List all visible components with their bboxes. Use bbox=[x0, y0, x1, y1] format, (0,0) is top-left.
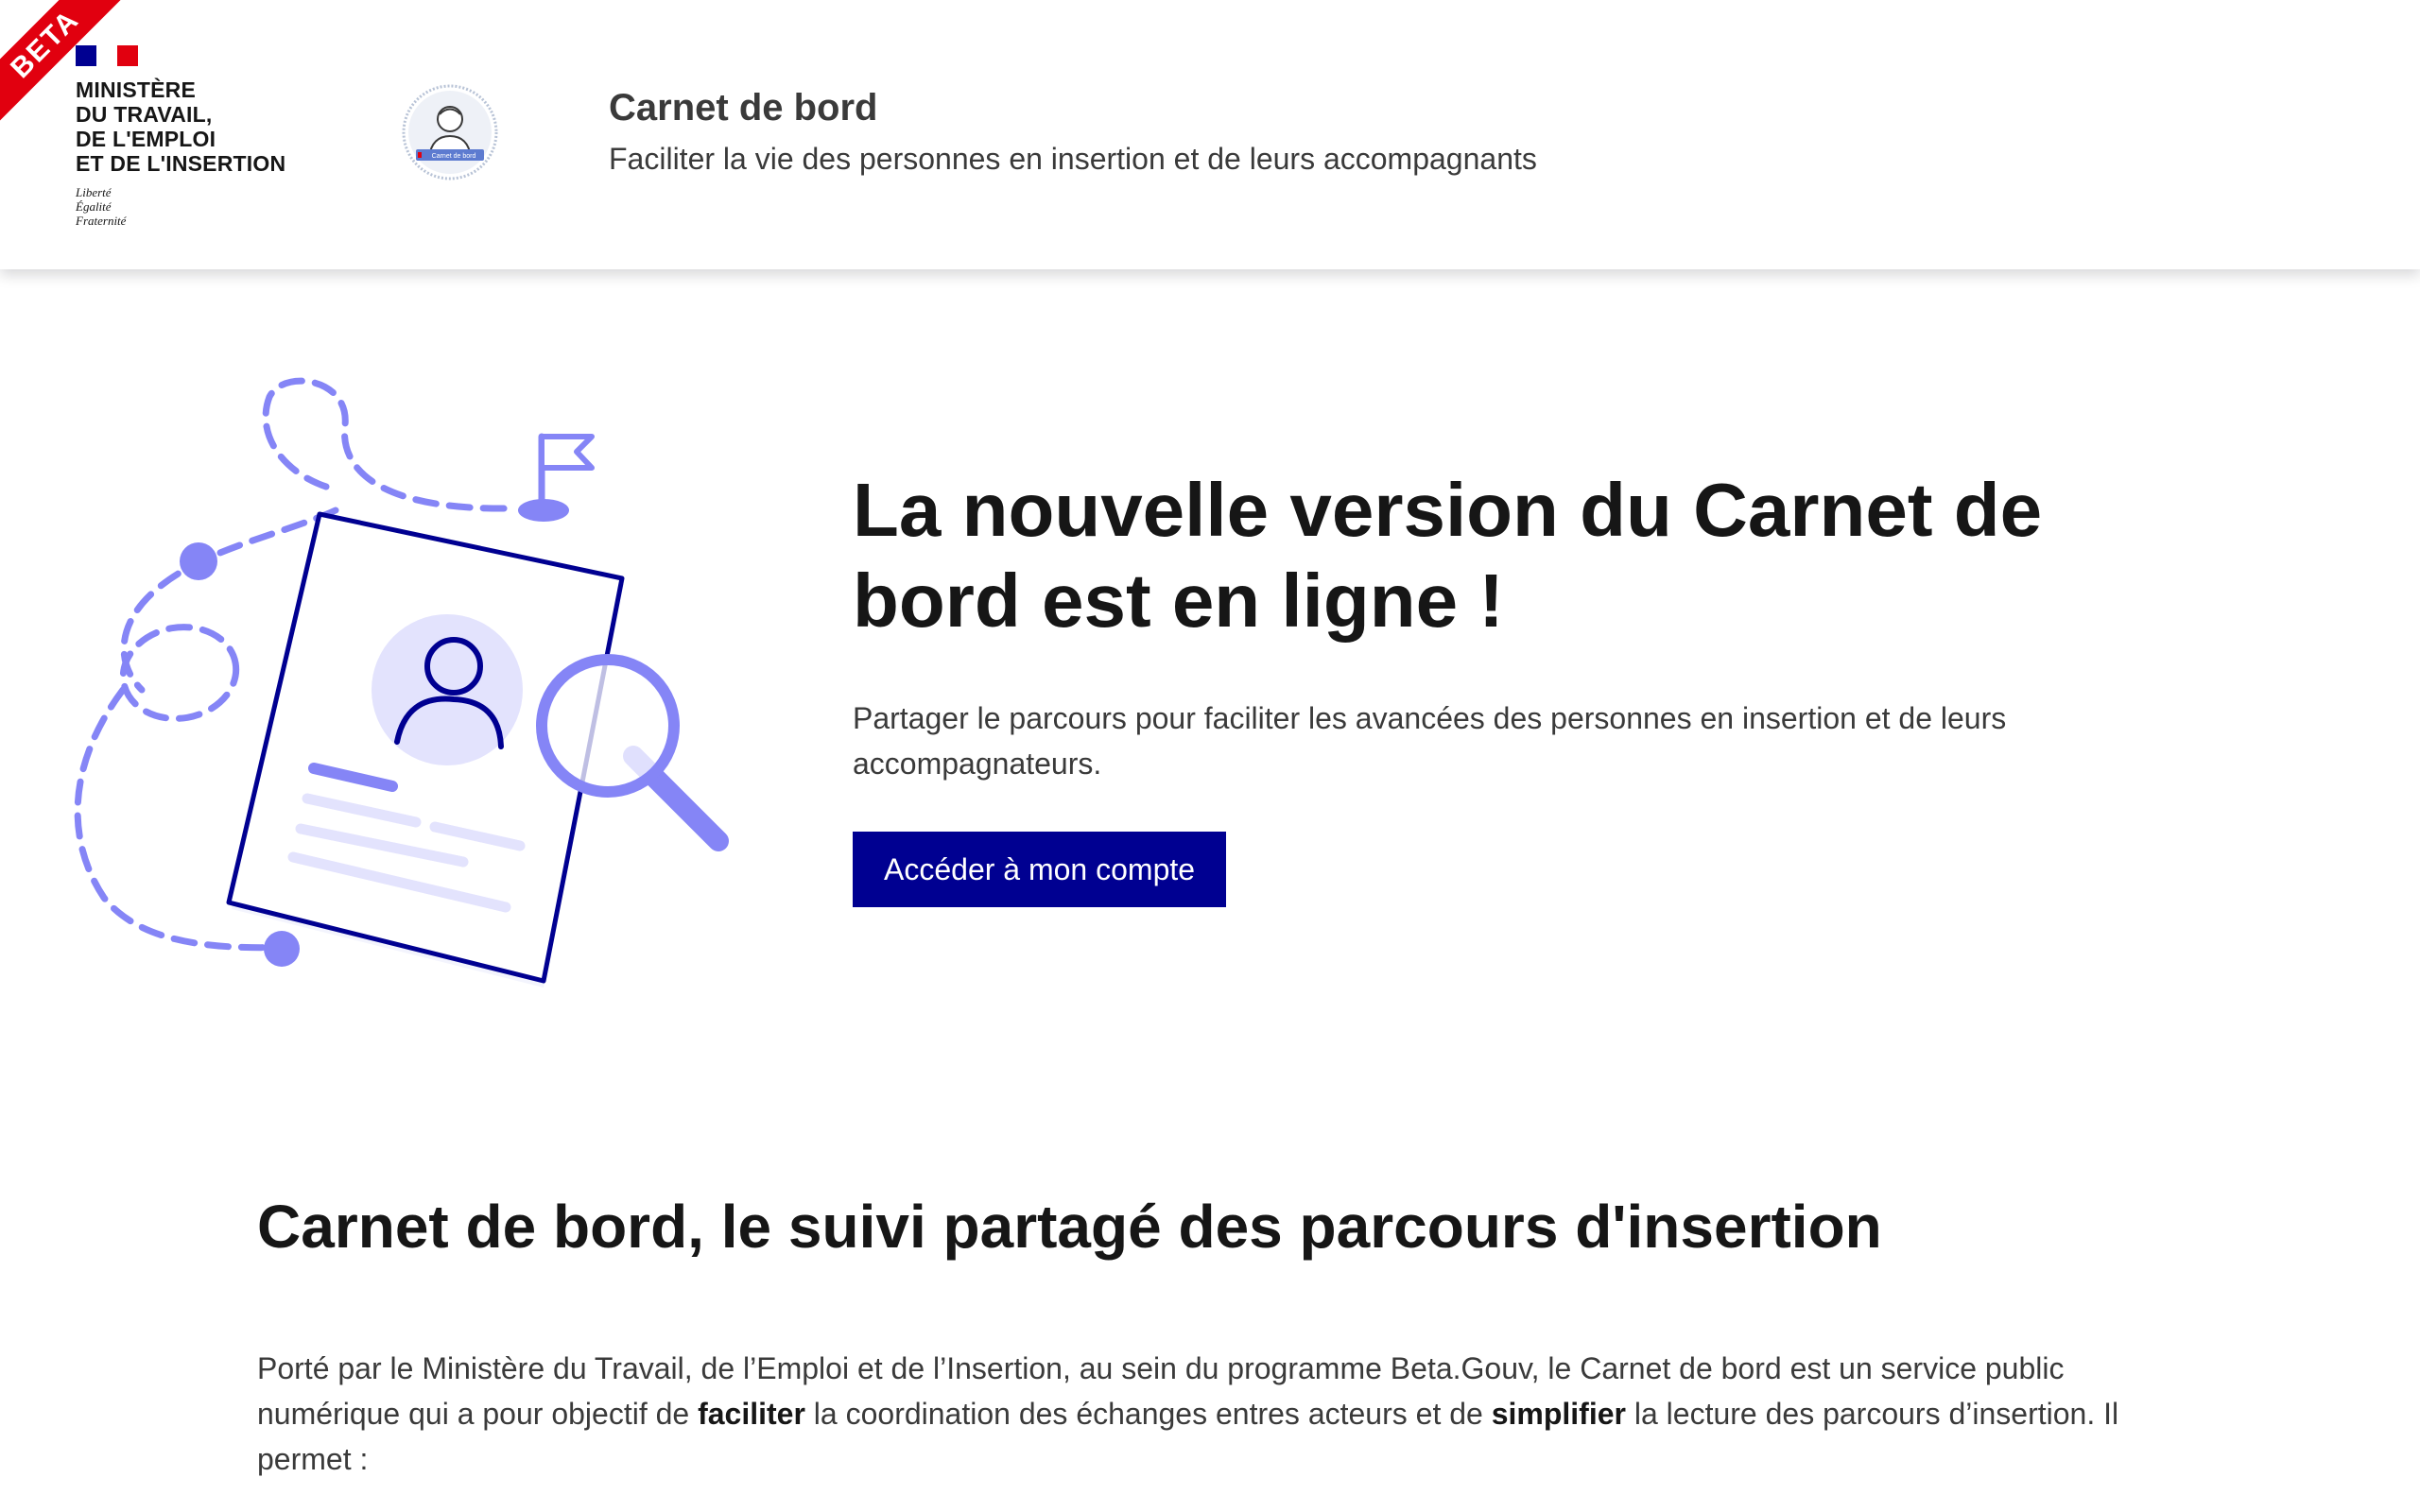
hero-description: Partager le parcours pour faciliter les … bbox=[853, 701, 2007, 781]
service-logo-caption: Carnet de bord bbox=[432, 153, 476, 160]
section-intro: Porté par le Ministère du Travail, de l’… bbox=[257, 1346, 2148, 1482]
hero-title: La nouvelle version du Carnet de bord es… bbox=[853, 468, 2043, 643]
site-header: BETA MINISTÈRE DU TRAVAIL, DE L'EMPLOI E… bbox=[0, 0, 2420, 269]
service-tagline: Faciliter la vie des personnes en insert… bbox=[609, 142, 1537, 176]
hero-illustration bbox=[74, 377, 729, 988]
intro-bold-faciliter: faciliter bbox=[698, 1397, 805, 1431]
intro-text-2: la coordination des échanges entres acte… bbox=[804, 1397, 1492, 1431]
access-account-button[interactable]: Accéder à mon compte bbox=[853, 832, 1227, 907]
republic-motto: Liberté Égalité Fraternité bbox=[76, 185, 127, 228]
service-title[interactable]: Carnet de bord bbox=[609, 87, 877, 129]
ministry-name: MINISTÈRE DU TRAVAIL, DE L'EMPLOI ET DE … bbox=[76, 77, 286, 176]
intro-bold-simplifier: simplifier bbox=[1491, 1397, 1626, 1431]
marianne-flag-icon bbox=[76, 45, 138, 66]
flag-icon bbox=[518, 433, 595, 522]
ministry-logo[interactable]: MINISTÈRE DU TRAVAIL, DE L'EMPLOI ET DE … bbox=[76, 45, 285, 228]
carnet-de-bord-logo-icon[interactable]: Carnet de bord bbox=[401, 83, 499, 181]
section-title: Carnet de bord, le suivi partagé des par… bbox=[257, 1193, 1882, 1261]
